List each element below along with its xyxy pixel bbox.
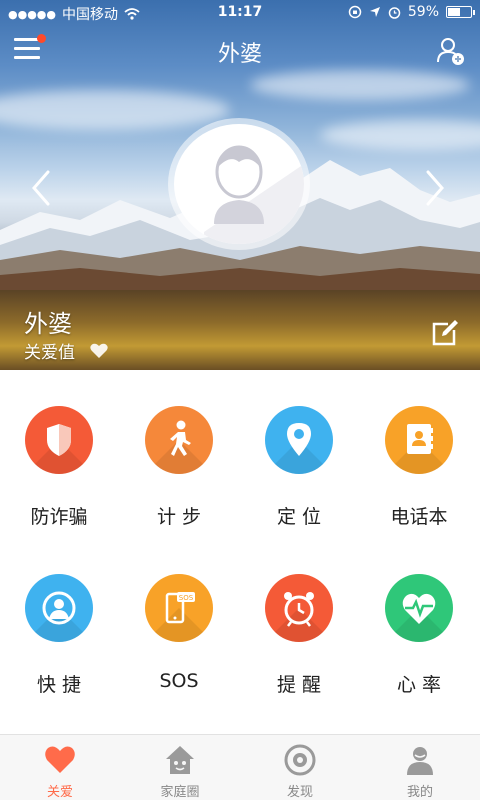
feature-label: 计 步 <box>156 506 202 528</box>
chevron-right-icon[interactable] <box>420 168 450 208</box>
feature-location[interactable]: 定 位 <box>240 406 360 556</box>
tab-family-circle[interactable]: 家庭圈 <box>120 735 240 800</box>
nav-bar: 外婆 <box>0 28 480 72</box>
walking-icon <box>145 406 213 474</box>
alarm-clock-icon <box>265 574 333 642</box>
add-user-button[interactable] <box>436 36 466 66</box>
alarm-status-icon <box>388 6 401 19</box>
tab-label: 发现 <box>286 785 313 800</box>
profile-name: 外婆 <box>24 310 72 338</box>
tab-label: 家庭圈 <box>160 785 200 800</box>
feature-reminder[interactable]: 提 醒 <box>240 574 360 724</box>
tab-label: 关爱 <box>46 785 73 800</box>
contact-card-icon <box>25 574 93 642</box>
feature-sos[interactable]: SOS SOS <box>120 574 240 724</box>
feature-label: 电话本 <box>390 506 448 528</box>
edit-profile-button[interactable] <box>430 318 460 348</box>
location-pin-icon <box>265 406 333 474</box>
default-avatar-icon <box>204 145 304 244</box>
heart-rate-icon <box>385 574 453 642</box>
discover-icon <box>284 744 316 776</box>
chevron-left-icon[interactable] <box>26 168 56 208</box>
location-arrow-icon <box>369 7 380 17</box>
feature-pedometer[interactable]: 计 步 <box>120 406 240 556</box>
tab-label: 我的 <box>406 785 433 800</box>
care-value-label: 关爱值 <box>24 343 75 363</box>
feature-heart-rate[interactable]: 心 率 <box>360 574 480 724</box>
feature-label: 提 醒 <box>276 674 322 696</box>
sos-phone-icon: SOS <box>145 574 213 642</box>
phonebook-icon <box>385 406 453 474</box>
profile-header: ●●●●● 中国移动 11:17 59% 外婆 外婆 关爱值 <box>0 0 480 370</box>
status-bar: ●●●●● 中国移动 11:17 59% <box>0 0 480 26</box>
edit-icon <box>432 320 458 346</box>
feature-label: 防诈骗 <box>30 506 88 528</box>
tab-discover[interactable]: 发现 <box>240 735 360 800</box>
feature-label: 定 位 <box>276 506 322 528</box>
feature-label: 快 捷 <box>36 674 82 696</box>
battery-percentage: 59% <box>407 4 439 20</box>
heart-icon <box>45 746 75 773</box>
page-title: 外婆 <box>217 42 262 67</box>
care-value-row: 关爱值 <box>24 338 109 363</box>
battery-icon <box>446 6 475 18</box>
rotation-lock-icon <box>348 5 362 19</box>
feature-label: SOS <box>159 670 199 692</box>
feature-anti-fraud[interactable]: 防诈骗 <box>0 406 120 556</box>
heart-outline-icon <box>90 343 108 358</box>
tab-mine[interactable]: 我的 <box>360 735 480 800</box>
avatar[interactable] <box>174 124 304 244</box>
svg-text:SOS: SOS <box>179 594 194 602</box>
feature-grid: 防诈骗 计 步 定 位 电话本 快 捷 SOS SOS 提 醒 心 率 <box>0 370 480 734</box>
tab-bar: 关爱 家庭圈 发现 我的 <box>0 734 480 800</box>
feature-phonebook[interactable]: 电话本 <box>360 406 480 556</box>
feature-shortcut[interactable]: 快 捷 <box>0 574 120 724</box>
tab-care[interactable]: 关爱 <box>0 735 120 800</box>
home-icon <box>166 746 194 774</box>
add-user-icon <box>437 38 464 65</box>
user-icon <box>407 747 433 775</box>
shield-icon <box>25 406 93 474</box>
feature-label: 心 率 <box>396 674 442 696</box>
